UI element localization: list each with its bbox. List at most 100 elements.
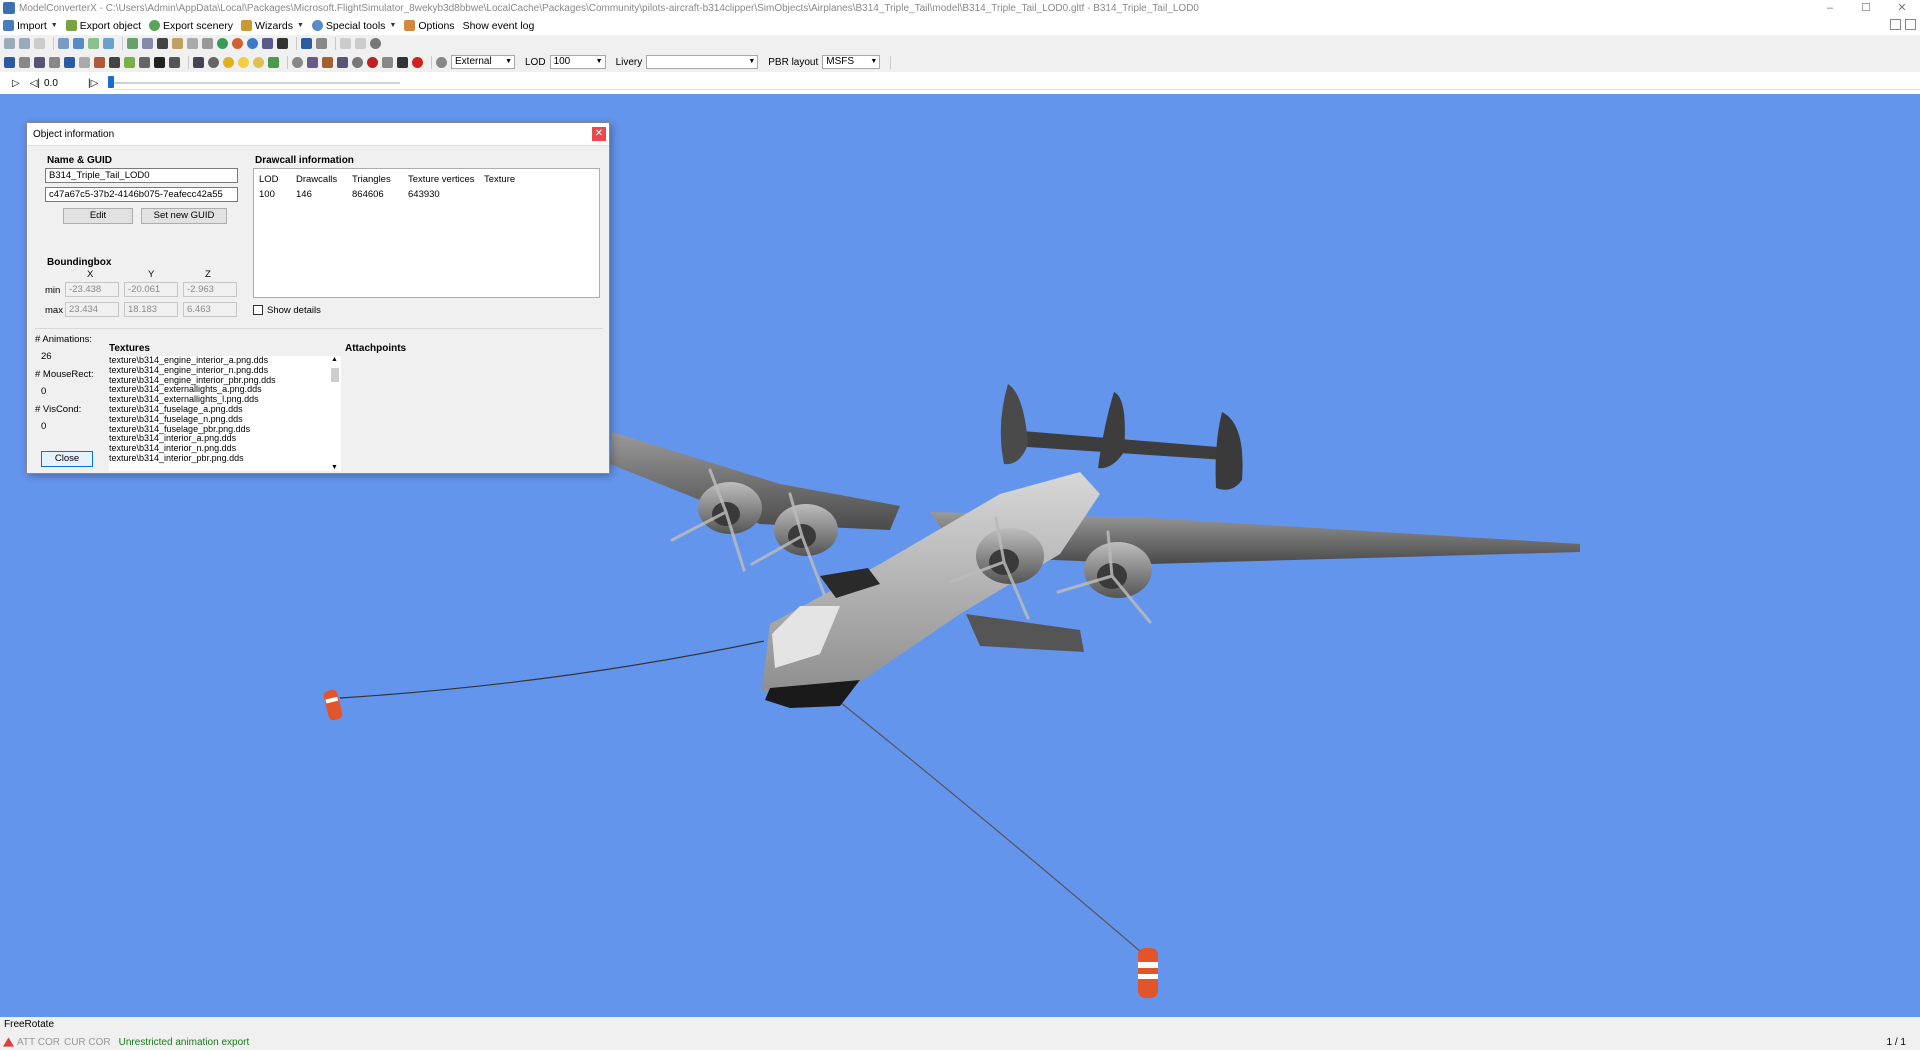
link-icon[interactable]	[49, 56, 60, 68]
palette-icon[interactable]	[232, 38, 243, 49]
camera-select[interactable]: External ▼	[451, 55, 515, 69]
texture-icon[interactable]	[142, 38, 153, 49]
list-item[interactable]: texture\b314_interior_pbr.png.dds	[109, 453, 341, 464]
help-icon[interactable]	[1905, 19, 1916, 30]
wand-icon	[241, 20, 253, 31]
minimize-button[interactable]: –	[1812, 0, 1848, 16]
sun-icon[interactable]	[223, 56, 234, 68]
menu-export-object[interactable]: Export object	[65, 20, 141, 32]
column-header-triangles[interactable]: Triangles	[352, 174, 391, 185]
target-icon[interactable]	[208, 56, 219, 68]
block-icon[interactable]	[109, 56, 120, 68]
layout-icon[interactable]	[1890, 19, 1901, 30]
guid-field[interactable]: c47a67c5-37b2-4146b075-7eafecc42a55	[45, 187, 238, 202]
grid-toggle-icon[interactable]	[382, 56, 393, 68]
textures-list[interactable]: texture\b314_engine_interior_a.png.dds t…	[109, 356, 341, 471]
dialog-close-icon[interactable]: ✕	[592, 127, 606, 141]
world-icon[interactable]	[247, 38, 258, 49]
menu-import[interactable]: Import ▼	[3, 20, 58, 32]
dialog-divider	[35, 328, 603, 329]
line-icon[interactable]	[139, 56, 150, 68]
redo-icon[interactable]	[355, 38, 366, 49]
column-header-texture-vertices[interactable]: Texture vertices	[408, 174, 475, 185]
bulb-icon[interactable]	[253, 56, 264, 68]
terrain-icon[interactable]	[124, 56, 135, 68]
run-icon[interactable]	[277, 38, 288, 49]
doc-icon[interactable]	[187, 38, 198, 49]
airplane-icon[interactable]	[337, 56, 348, 68]
column-header-texture[interactable]: Texture	[484, 174, 515, 185]
menu-wizards[interactable]: Wizards ▼	[241, 20, 304, 32]
menubar-right-icons	[1890, 19, 1916, 30]
menu-special-tools[interactable]: Special tools ▼	[311, 20, 396, 32]
cursor-icon[interactable]	[19, 56, 30, 68]
pin-icon[interactable]	[73, 38, 84, 49]
play-button[interactable]: ▷	[12, 78, 20, 89]
nodes-icon[interactable]	[34, 56, 45, 68]
lod-select[interactable]: 100 ▼	[549, 55, 606, 69]
cross-icon[interactable]	[154, 56, 165, 68]
link-icon[interactable]	[262, 38, 273, 49]
chevron-down-icon[interactable]: ▼	[331, 464, 338, 471]
close-button[interactable]: Close	[41, 451, 93, 467]
column-header-drawcalls[interactable]: Drawcalls	[296, 174, 337, 185]
globe-icon[interactable]	[217, 38, 228, 49]
screen-icon[interactable]	[301, 38, 312, 49]
menu-show-event-log[interactable]: Show event log	[463, 20, 535, 32]
livery-select[interactable]: ▼	[646, 55, 759, 69]
ball-icon[interactable]	[367, 56, 378, 68]
livery-label: Livery	[615, 56, 643, 68]
cube-icon[interactable]	[94, 56, 105, 68]
bbox-z-header: Z	[205, 269, 211, 280]
image-icon[interactable]	[172, 38, 183, 49]
list-icon[interactable]	[202, 38, 213, 49]
hierarchy-icon[interactable]	[103, 38, 114, 49]
column-header-lod[interactable]: LOD	[259, 174, 279, 185]
set-new-guid-button[interactable]: Set new GUID	[141, 208, 227, 224]
toolbar-main	[0, 35, 1920, 52]
textures-scrollbar[interactable]: ▲ ▼	[329, 356, 341, 471]
recycle-icon[interactable]	[268, 56, 279, 68]
close-window-button[interactable]: ✕	[1884, 0, 1920, 16]
menu-export-scenery[interactable]: Export scenery	[149, 20, 233, 32]
edit-button[interactable]: Edit	[63, 208, 133, 224]
frame-value[interactable]: 0.0	[44, 78, 84, 89]
undo-icon[interactable]	[340, 38, 351, 49]
shape-icon[interactable]	[397, 56, 408, 68]
maximize-button[interactable]: ☐	[1848, 0, 1884, 16]
refresh-icon[interactable]	[370, 38, 381, 49]
timeline-track[interactable]	[110, 82, 400, 84]
name-field[interactable]: B314_Triple_Tail_LOD0	[45, 168, 238, 183]
red-sphere-icon[interactable]	[412, 56, 423, 68]
box-icon[interactable]	[79, 56, 90, 68]
network-icon[interactable]	[64, 56, 75, 68]
chevron-up-icon[interactable]: ▲	[331, 356, 338, 363]
boundingbox-heading: Boundingbox	[47, 257, 112, 268]
sphere-icon[interactable]	[352, 56, 363, 68]
bbox-y-header: Y	[148, 269, 155, 280]
zoom-icon[interactable]	[58, 38, 69, 49]
material-icon[interactable]	[127, 38, 138, 49]
next-frame-button[interactable]: |▷	[88, 78, 98, 89]
timeline-slider-thumb[interactable]	[108, 76, 114, 88]
camera-icon[interactable]	[193, 56, 204, 68]
shader-icon[interactable]	[307, 56, 318, 68]
select-icon[interactable]	[4, 56, 15, 68]
grid-icon[interactable]	[88, 38, 99, 49]
menu-options[interactable]: Options	[404, 20, 455, 32]
settings-icon[interactable]	[292, 56, 303, 68]
prev-frame-button[interactable]: ◁|	[30, 78, 40, 89]
bbox-max-z: 6.463	[183, 302, 237, 317]
forward-icon[interactable]	[19, 38, 30, 49]
back-icon[interactable]	[4, 38, 15, 49]
wireframe-icon[interactable]	[322, 56, 333, 68]
table-icon[interactable]	[316, 38, 327, 49]
film-icon[interactable]	[157, 38, 168, 49]
dialog-titlebar: Object information	[27, 123, 609, 146]
page-icon[interactable]	[34, 38, 45, 49]
show-details-checkbox[interactable]	[253, 305, 263, 315]
light-icon[interactable]	[238, 56, 249, 68]
pbr-layout-select[interactable]: MSFS ▼	[822, 55, 881, 69]
scrollbar-thumb[interactable]	[331, 368, 339, 382]
bones-icon[interactable]	[169, 56, 180, 68]
